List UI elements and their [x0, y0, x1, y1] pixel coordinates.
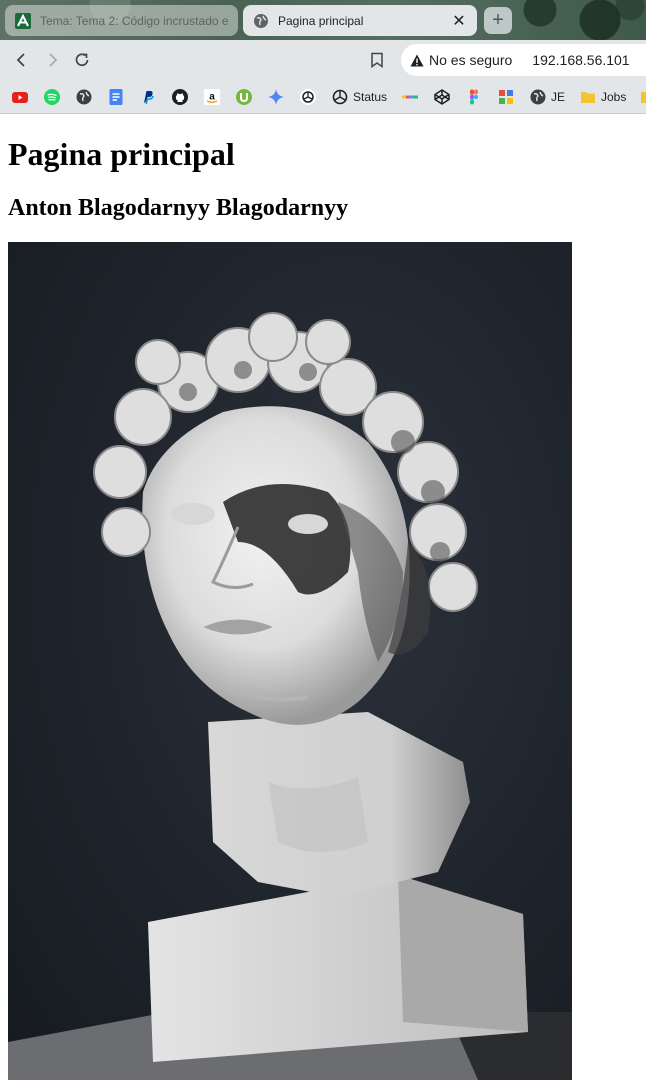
back-arrow-icon: [16, 53, 25, 67]
plus-icon: +: [492, 9, 504, 31]
bookmark-icon: [371, 52, 383, 68]
bookmark-openai[interactable]: [300, 87, 316, 107]
bookmark-figma[interactable]: [466, 87, 482, 107]
marble-bust-photo: [8, 242, 572, 1080]
openai-icon: [300, 89, 316, 105]
bookmark-colorful-bar[interactable]: [402, 87, 418, 107]
youtube-icon: [12, 92, 28, 103]
forward-arrow-icon: [49, 53, 58, 67]
svg-text:a: a: [209, 92, 215, 103]
tab-title: Pagina principal: [278, 13, 364, 28]
bookmark-utorrent[interactable]: [236, 87, 252, 107]
google-docs-icon: [109, 89, 123, 105]
bookmark-je[interactable]: JE: [530, 87, 565, 107]
bookmark-label: JE: [551, 90, 566, 104]
marble-bust-illustration: [8, 312, 572, 1080]
tab-moodle[interactable]: Tema: Tema 2: Código incrustado e: [5, 5, 238, 36]
bookmark-codepen[interactable]: [434, 87, 450, 107]
security-indicator[interactable]: No es seguro: [410, 52, 512, 68]
globe-icon: [253, 13, 269, 29]
bookmark-openai-status[interactable]: Status: [332, 87, 387, 107]
close-tab-icon[interactable]: ✕: [451, 13, 467, 30]
bookmark-overflow[interactable]: [640, 87, 646, 107]
browser-tab-strip: Tema: Tema 2: Código incrustado e Pagina…: [0, 0, 646, 40]
blocks-icon: [499, 90, 513, 104]
reload-icon: [75, 53, 89, 67]
codepen-icon: [434, 89, 450, 105]
globe-icon: [76, 89, 92, 105]
folder-icon: [641, 92, 646, 103]
page-title: Pagina principal: [8, 136, 235, 172]
back-button[interactable]: [10, 48, 34, 72]
amazon-icon: a: [204, 89, 220, 105]
new-tab-button[interactable]: +: [484, 7, 512, 34]
page-subtitle: Anton Blagodarnyy Blagodarnyy: [8, 195, 349, 221]
bookmark-blocks[interactable]: [498, 87, 514, 107]
bookmark-spotify[interactable]: [44, 87, 60, 107]
figma-icon: [470, 89, 478, 105]
spotify-icon: [44, 89, 60, 105]
tab-pagina-principal[interactable]: Pagina principal ✕: [243, 5, 477, 36]
bookmark-label: Jobs: [601, 90, 627, 104]
utorrent-icon: [236, 89, 252, 105]
bookmark-label: Status: [353, 90, 388, 104]
moodle-icon: [15, 12, 31, 29]
web-page-content: Pagina principal Anton Blagodarnyy Blago…: [0, 115, 646, 1080]
bookmark-folder-jobs[interactable]: Jobs: [580, 87, 626, 107]
address-bar[interactable]: No es seguro 192.168.56.101: [401, 44, 646, 76]
bookmark-page-button[interactable]: [365, 48, 389, 72]
bookmark-paypal[interactable]: [140, 87, 156, 107]
bookmark-github[interactable]: [172, 87, 188, 107]
globe-icon: [530, 89, 546, 105]
reload-button[interactable]: [70, 48, 94, 72]
url-text: 192.168.56.101: [532, 52, 630, 68]
paypal-icon: [144, 91, 154, 105]
github-icon: [172, 89, 188, 105]
folder-icon: [581, 92, 595, 103]
openai-status-icon: [332, 89, 348, 105]
bookmark-amazon[interactable]: a: [204, 87, 220, 107]
bookmark-youtube[interactable]: [12, 87, 28, 107]
bookmark-google-docs[interactable]: [108, 87, 124, 107]
gemini-icon: [268, 89, 284, 105]
forward-button[interactable]: [40, 48, 64, 72]
bookmark-gemini[interactable]: [268, 87, 284, 107]
bookmark-globe[interactable]: [76, 87, 92, 107]
colorful-bar-icon: [402, 95, 418, 99]
tab-title: Tema: Tema 2: Código incrustado e: [40, 13, 228, 28]
security-label: No es seguro: [429, 52, 513, 68]
bookmarks-bar: a Status JE Jobs: [0, 80, 646, 114]
warning-icon: [410, 54, 424, 66]
